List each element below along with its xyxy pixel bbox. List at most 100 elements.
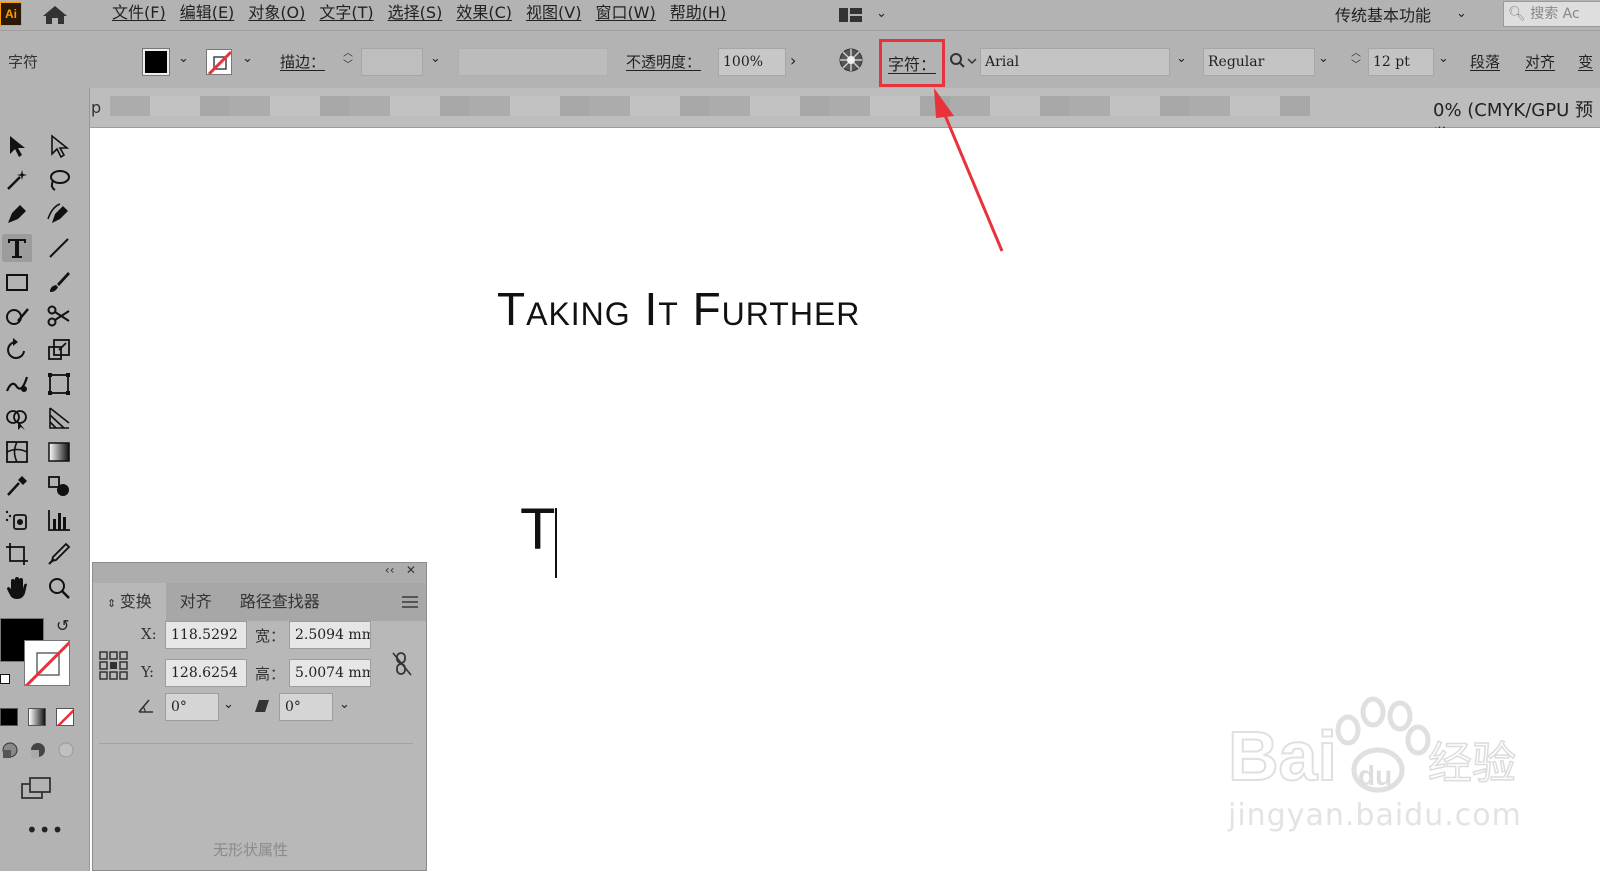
chevron-down-icon[interactable]: ⌄ bbox=[339, 697, 350, 712]
shear-angle-field[interactable]: 0° bbox=[279, 693, 333, 721]
stroke-label[interactable]: 描边： bbox=[280, 51, 325, 72]
warp-tool[interactable] bbox=[2, 370, 32, 398]
tab-arrows-icon: ⇕ bbox=[107, 597, 120, 610]
free-transform-tool[interactable] bbox=[44, 370, 74, 398]
hand-tool[interactable] bbox=[2, 574, 32, 602]
menu-type[interactable]: 文字(T) bbox=[315, 0, 383, 30]
screen-mode-icon[interactable] bbox=[20, 776, 54, 800]
type-tool[interactable] bbox=[2, 234, 32, 262]
x-field[interactable]: 118.5292 bbox=[165, 621, 247, 649]
chevron-down-icon[interactable]: ⌄ bbox=[1176, 51, 1187, 66]
panel-collapse-close-icons[interactable]: ‹‹ ✕ bbox=[385, 563, 416, 577]
scissors-tool[interactable] bbox=[44, 302, 74, 330]
width-field[interactable]: 2.5094 mm bbox=[289, 621, 371, 649]
home-icon[interactable] bbox=[42, 5, 68, 25]
perspective-grid-tool[interactable] bbox=[44, 404, 74, 432]
artboard-tool[interactable] bbox=[2, 540, 32, 568]
stroke-color-swatch[interactable] bbox=[206, 49, 232, 75]
chevron-down-icon[interactable]: ⌄ bbox=[223, 697, 234, 712]
menu-object[interactable]: 对象(O) bbox=[244, 0, 315, 30]
opacity-label[interactable]: 不透明度： bbox=[626, 51, 701, 72]
workspace-switcher[interactable]: 传统基本功能 bbox=[1335, 2, 1431, 26]
document-tab-title-blurred[interactable] bbox=[110, 96, 1310, 116]
blend-tool[interactable] bbox=[44, 472, 74, 500]
menu-file[interactable]: 文件(F) bbox=[108, 0, 176, 30]
typed-text-object[interactable]: T bbox=[520, 498, 555, 562]
gradient-tool[interactable] bbox=[44, 438, 74, 466]
opacity-field[interactable]: 100% bbox=[718, 48, 786, 76]
chevron-down-icon[interactable]: ⌄ bbox=[876, 6, 887, 21]
tab-align[interactable]: 对齐 bbox=[166, 583, 226, 621]
shaper-tool[interactable] bbox=[2, 302, 32, 330]
reference-point-icon[interactable] bbox=[99, 651, 129, 681]
chevron-down-icon[interactable]: ⌄ bbox=[1456, 6, 1467, 21]
character-panel-link[interactable]: 字符： bbox=[888, 51, 936, 75]
chevron-down-icon[interactable]: ⌄ bbox=[1318, 51, 1329, 66]
align-link[interactable]: 对齐 bbox=[1525, 51, 1555, 72]
direct-selection-tool[interactable] bbox=[44, 132, 74, 160]
curvature-tool[interactable] bbox=[44, 200, 74, 228]
font-search-icon[interactable] bbox=[948, 51, 978, 71]
draw-normal-icon[interactable] bbox=[0, 740, 20, 760]
symbol-sprayer-tool[interactable] bbox=[2, 506, 32, 534]
tab-pathfinder[interactable]: 路径查找器 bbox=[226, 583, 334, 621]
panel-titlebar[interactable]: ‹‹ ✕ bbox=[93, 563, 426, 583]
lasso-tool[interactable] bbox=[44, 166, 74, 194]
more-tools-icon[interactable]: ••• bbox=[26, 818, 64, 842]
menu-select[interactable]: 选择(S) bbox=[384, 0, 453, 30]
zoom-tool[interactable] bbox=[44, 574, 74, 602]
chevron-down-icon[interactable]: ⌄ bbox=[430, 51, 441, 66]
paintbrush-tool[interactable] bbox=[44, 268, 74, 296]
paragraph-link[interactable]: 段落 bbox=[1470, 51, 1500, 72]
swap-colors-icon[interactable]: ↺ bbox=[56, 616, 69, 635]
chevron-right-icon[interactable]: › bbox=[790, 51, 796, 70]
y-field[interactable]: 128.6254 bbox=[165, 659, 247, 687]
magic-wand-tool[interactable] bbox=[2, 166, 32, 194]
shape-builder-tool[interactable] bbox=[2, 404, 32, 432]
font-size-stepper[interactable]: ︿ ﹀ bbox=[1347, 48, 1365, 76]
headline-text[interactable]: Taking It Further bbox=[497, 282, 860, 336]
eyedropper-tool[interactable] bbox=[2, 472, 32, 500]
menu-window[interactable]: 窗口(W) bbox=[591, 0, 665, 30]
column-graph-tool[interactable] bbox=[44, 506, 74, 534]
transform-link[interactable]: 变 bbox=[1578, 51, 1593, 72]
menu-effect[interactable]: 效果(C) bbox=[452, 0, 522, 30]
default-colors-icon[interactable] bbox=[0, 674, 10, 684]
none-mode-button[interactable] bbox=[56, 708, 74, 726]
recolor-artwork-icon[interactable] bbox=[838, 47, 864, 73]
line-segment-tool[interactable] bbox=[44, 234, 74, 262]
zoom-magnifier-icon bbox=[49, 578, 70, 599]
tab-transform[interactable]: ⇕ 变换 bbox=[93, 583, 166, 621]
stroke-stepper[interactable]: ︿ ﹀ bbox=[339, 48, 357, 76]
selection-tool[interactable] bbox=[2, 132, 32, 160]
chevron-down-icon[interactable]: ⌄ bbox=[242, 51, 253, 66]
chevron-down-icon[interactable]: ⌄ bbox=[1438, 51, 1449, 66]
menu-edit[interactable]: 编辑(E) bbox=[176, 0, 245, 30]
height-field[interactable]: 5.0074 mm bbox=[289, 659, 371, 687]
chevron-down-icon[interactable]: ⌄ bbox=[178, 51, 189, 66]
variable-width-field[interactable] bbox=[458, 48, 608, 76]
search-input[interactable]: 🔍︎ 搜索 Ac bbox=[1503, 1, 1600, 27]
font-style-field[interactable]: Regular bbox=[1203, 48, 1315, 76]
mesh-tool[interactable] bbox=[2, 438, 32, 466]
rotate-tool[interactable] bbox=[2, 336, 32, 364]
menu-view[interactable]: 视图(V) bbox=[522, 0, 591, 30]
font-family-field[interactable]: Arial bbox=[980, 48, 1170, 76]
stroke-weight-field[interactable] bbox=[361, 48, 423, 76]
panel-menu-icon[interactable] bbox=[402, 595, 418, 609]
draw-inside-icon[interactable] bbox=[56, 740, 76, 760]
constrain-proportions-icon[interactable] bbox=[391, 651, 413, 677]
pen-tool[interactable] bbox=[2, 200, 32, 228]
rotate-angle-field[interactable]: 0° bbox=[165, 693, 219, 721]
fill-color-swatch[interactable] bbox=[142, 48, 170, 76]
scale-tool[interactable] bbox=[44, 336, 74, 364]
menu-help[interactable]: 帮助(H) bbox=[666, 0, 737, 30]
stroke-color-large[interactable] bbox=[24, 640, 70, 686]
color-mode-button[interactable] bbox=[0, 708, 18, 726]
arrange-documents-icon[interactable] bbox=[838, 6, 864, 24]
font-size-field[interactable]: 12 pt bbox=[1368, 48, 1434, 76]
draw-behind-icon[interactable] bbox=[28, 740, 48, 760]
rectangle-tool[interactable] bbox=[2, 268, 32, 296]
gradient-mode-button[interactable] bbox=[28, 708, 46, 726]
slice-tool[interactable] bbox=[44, 540, 74, 568]
